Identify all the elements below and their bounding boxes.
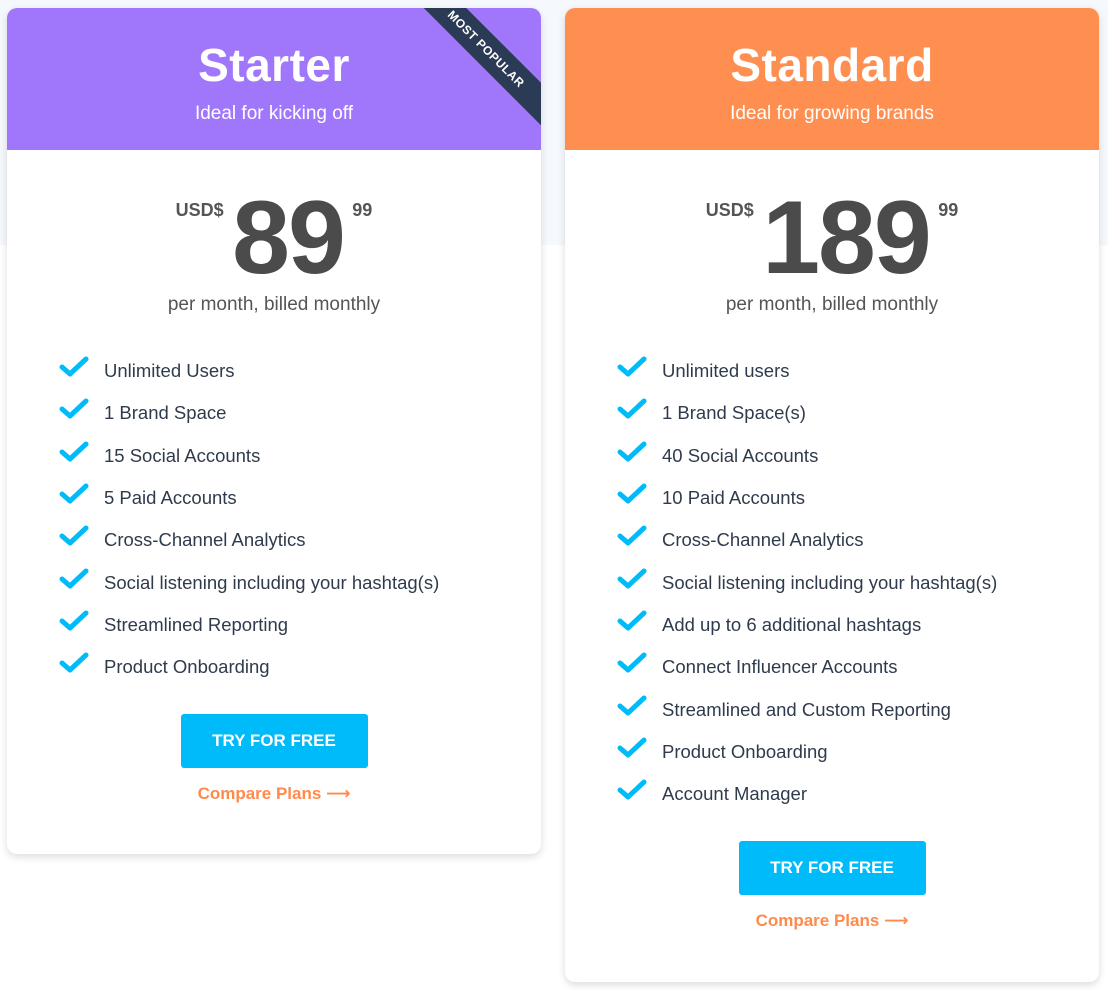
feature-label: Add up to 6 additional hashtags [662,613,922,635]
check-icon [617,695,647,716]
plan-tagline: Ideal for growing brands [730,103,934,124]
check-icon [617,568,647,589]
feature-label: Social listening including your hashtag(… [662,571,998,593]
check-icon [617,779,647,800]
feature-label: 1 Brand Space [104,402,227,424]
feature-label: Cross-Channel Analytics [104,529,306,551]
feature-label: Social listening including your hashtag(… [104,571,440,593]
plan-card-standard: Standard Ideal for growing brands USD$ 1… [565,8,1099,982]
feature-item: Product Onboarding [59,646,541,688]
billing-period: per month, billed monthly [725,294,939,315]
feature-label: 1 Brand Space(s) [662,402,806,424]
feature-item: Unlimited users [617,350,1099,392]
feature-label: 5 Paid Accounts [104,487,237,509]
check-icon [59,525,89,546]
feature-item: Streamlined Reporting [59,604,541,646]
price-currency: USD$ [175,200,224,220]
feature-item: 10 Paid Accounts [617,477,1099,519]
feature-label: Product Onboarding [104,656,270,678]
plan-tagline: Ideal for kicking off [194,103,354,124]
feature-item: Cross-Channel Analytics [617,519,1099,561]
billing-period: per month, billed monthly [167,294,381,315]
check-icon [59,441,89,462]
feature-item: Cross-Channel Analytics [59,519,541,561]
check-icon [617,652,647,673]
feature-item: Social listening including your hashtag(… [59,561,541,603]
feature-item: Connect Influencer Accounts [617,646,1099,688]
feature-list: Unlimited users 1 Brand Space(s) 40 Social… [565,350,1099,815]
feature-label: Account Manager [662,783,808,805]
feature-item: Streamlined and Custom Reporting [617,688,1099,730]
feature-item: 1 Brand Space [59,392,541,434]
feature-label: 15 Social Accounts [104,444,261,466]
price-block: USD$ 189 99 per month, billed monthly [565,150,1099,350]
feature-item: 1 Brand Space(s) [617,392,1099,434]
check-icon [617,483,647,504]
feature-item: Account Manager [617,773,1099,815]
plan-card-starter: Starter Ideal for kicking off MOST POPUL… [7,8,541,854]
plan-name: Standard [730,39,934,91]
check-icon [59,568,89,589]
plan-header: Standard Ideal for growing brands [565,8,1099,150]
try-for-free-button[interactable]: TRY FOR FREE [738,841,926,896]
feature-item: 5 Paid Accounts [59,477,541,519]
price-cents: 99 [938,200,959,220]
feature-label: Product Onboarding [662,740,828,762]
plan-header: Starter Ideal for kicking off MOST POPUL… [7,8,541,150]
feature-label: 10 Paid Accounts [662,487,805,509]
feature-item: 15 Social Accounts [59,435,541,477]
arrow-right-icon: ⟶ [884,911,909,931]
check-icon [617,610,647,631]
feature-item: Unlimited Users [59,350,541,392]
check-icon [617,356,647,377]
feature-item: Add up to 6 additional hashtags [617,604,1099,646]
price-block: USD$ 89 99 per month, billed monthly [7,150,541,350]
check-icon [59,398,89,419]
feature-label: Unlimited Users [104,360,235,382]
check-icon [59,610,89,631]
compare-plans-link[interactable]: Compare Plans ⟶ [198,784,351,804]
feature-item: Product Onboarding [617,731,1099,773]
price-currency: USD$ [705,200,754,220]
check-icon [617,441,647,462]
arrow-right-icon: ⟶ [326,784,351,804]
feature-label: Streamlined and Custom Reporting [662,698,951,720]
feature-label: Streamlined Reporting [104,613,289,635]
check-icon [59,356,89,377]
feature-label: Cross-Channel Analytics [662,529,864,551]
compare-plans-link[interactable]: Compare Plans ⟶ [756,911,909,931]
check-icon [59,652,89,673]
check-icon [617,525,647,546]
check-icon [59,483,89,504]
price-amount: 189 [762,180,932,296]
feature-label: Unlimited users [662,360,790,382]
feature-label: Connect Influencer Accounts [662,656,898,678]
compare-plans-label: Compare Plans [197,784,322,804]
price-amount: 89 [232,180,346,296]
check-icon [617,398,647,419]
try-for-free-button[interactable]: TRY FOR FREE [180,714,368,769]
feature-item: Social listening including your hashtag(… [617,561,1099,603]
check-icon [617,737,647,758]
feature-item: 40 Social Accounts [617,435,1099,477]
feature-label: 40 Social Accounts [662,444,819,466]
compare-plans-label: Compare Plans [755,911,880,931]
feature-list: Unlimited Users 1 Brand Space 15 Social Ac… [7,350,541,688]
price-cents: 99 [352,200,373,220]
